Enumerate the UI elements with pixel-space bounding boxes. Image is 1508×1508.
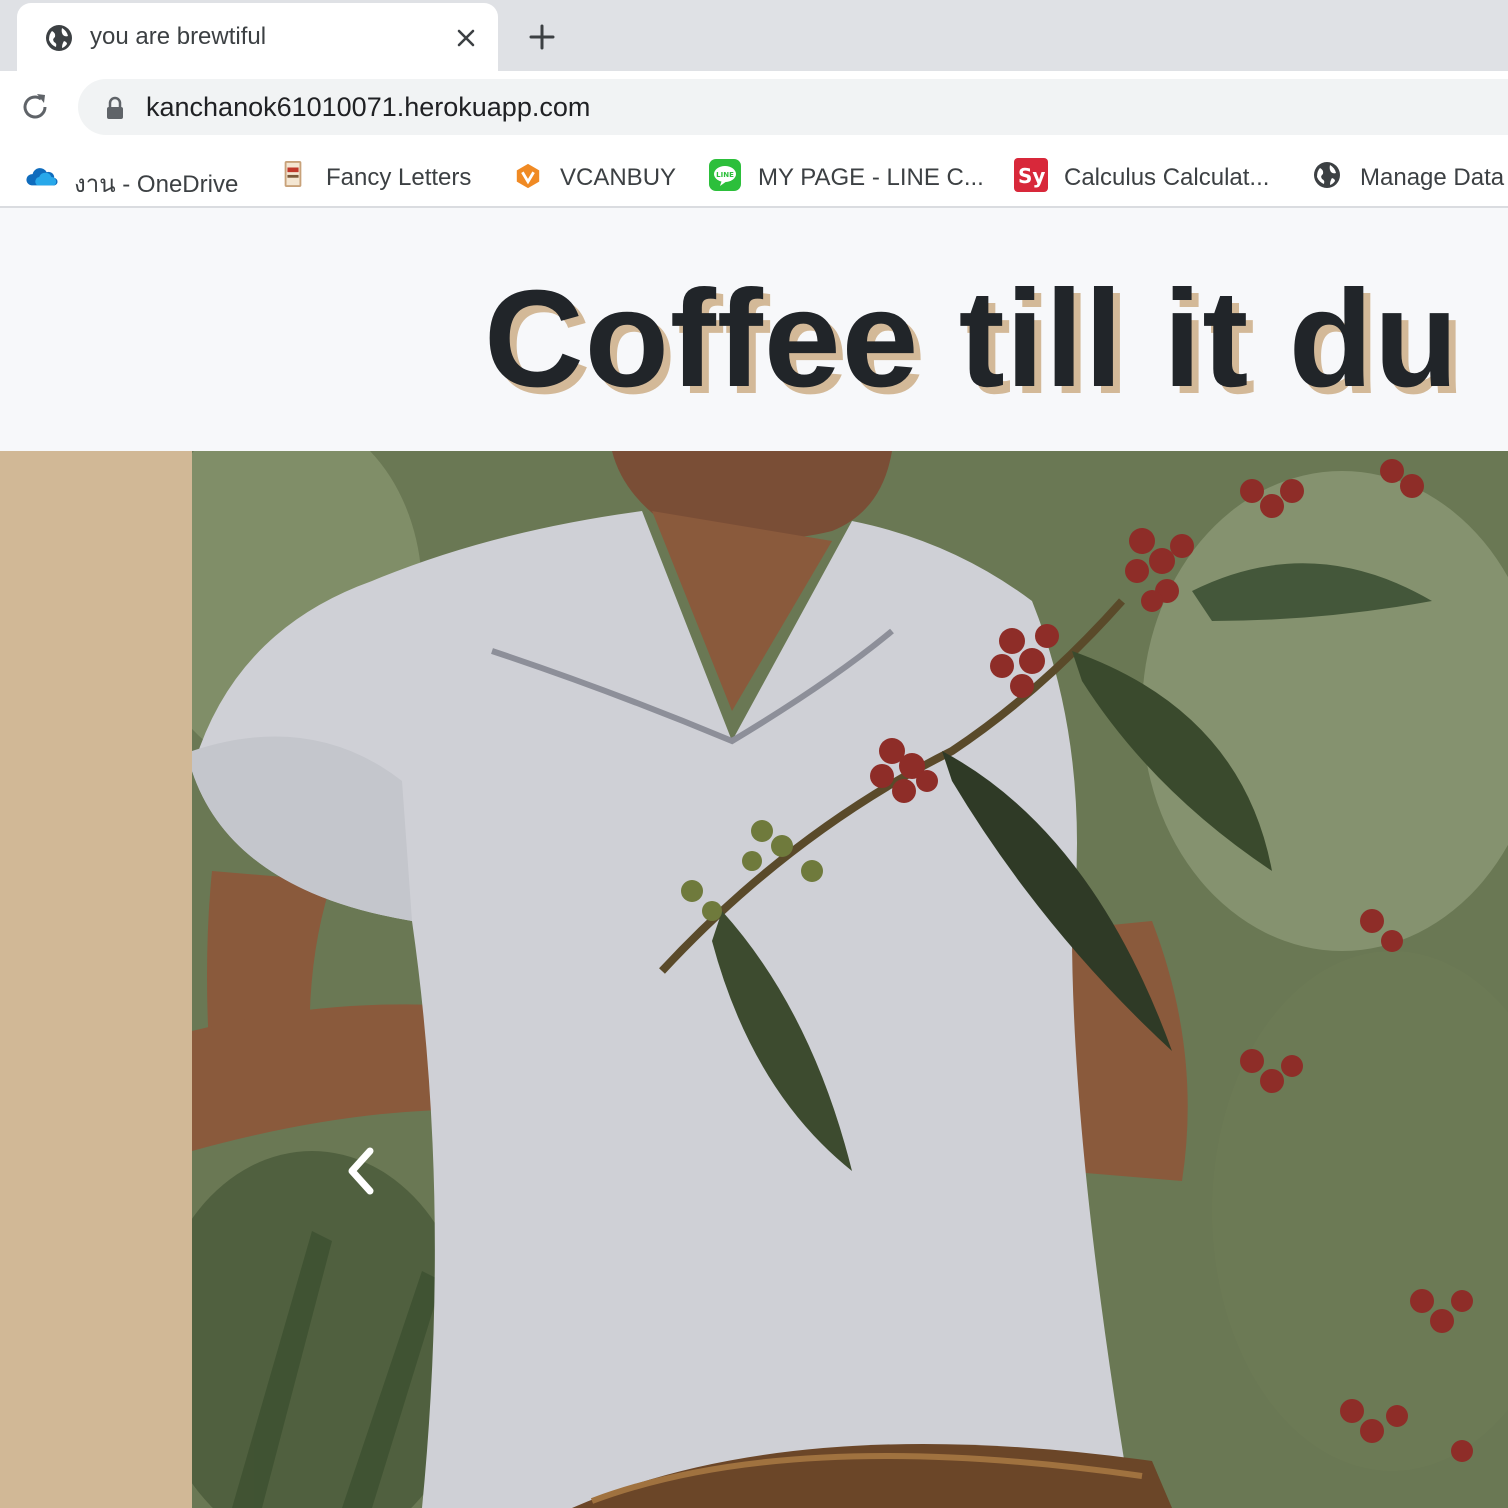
globe-icon bbox=[46, 25, 72, 51]
web-page: Coffee till it du bbox=[0, 208, 1508, 1508]
globe-icon bbox=[1314, 162, 1340, 188]
reload-icon[interactable] bbox=[18, 90, 52, 124]
active-tab[interactable]: you are brewtiful bbox=[17, 3, 498, 71]
bookmark-vcanbuy[interactable]: VCANBUY bbox=[514, 156, 684, 196]
bookmark-label: Calculus Calculat... bbox=[1064, 164, 1270, 191]
hero-header: Coffee till it du bbox=[0, 208, 1508, 451]
bookmark-manage-data[interactable]: Manage Data bbox=[1312, 156, 1508, 196]
symbolab-sy-icon: Sy bbox=[1014, 158, 1048, 192]
bookmark-onedrive[interactable]: งาน - OneDrive bbox=[26, 156, 256, 198]
address-bar[interactable]: kanchanok61010071.herokuapp.com bbox=[78, 79, 1508, 135]
bookmark-label: งาน - OneDrive bbox=[74, 171, 239, 198]
plus-icon[interactable] bbox=[526, 21, 558, 53]
onedrive-cloud-icon bbox=[26, 168, 58, 186]
lock-icon[interactable] bbox=[104, 96, 126, 120]
svg-text:LINE: LINE bbox=[716, 171, 734, 179]
bookmark-fancy-letters[interactable]: Fancy Letters bbox=[280, 156, 490, 196]
bookmark-label: Manage Data bbox=[1360, 164, 1505, 191]
side-color-band bbox=[0, 451, 192, 1508]
bookmark-label: MY PAGE - LINE C... bbox=[758, 164, 984, 191]
bookmark-calculus[interactable]: Sy Calculus Calculat... bbox=[1014, 156, 1284, 196]
line-icon: LINE bbox=[709, 159, 741, 191]
hero-title: Coffee till it du bbox=[484, 262, 1460, 416]
url-text[interactable]: kanchanok61010071.herokuapp.com bbox=[146, 92, 590, 123]
bookmark-line[interactable]: LINE MY PAGE - LINE C... bbox=[708, 156, 988, 196]
sy-icon-text: Sy bbox=[1018, 164, 1046, 188]
bookmark-label: VCANBUY bbox=[560, 164, 677, 191]
tab-strip: you are brewtiful bbox=[0, 0, 1508, 71]
vcanbuy-icon bbox=[516, 163, 540, 189]
browser-toolbar: kanchanok61010071.herokuapp.com bbox=[0, 71, 1508, 144]
fancy-letters-icon bbox=[284, 161, 302, 187]
close-icon[interactable] bbox=[452, 24, 480, 52]
tab-title: you are brewtiful bbox=[90, 23, 267, 50]
bookmarks-bar: งาน - OneDrive Fancy Letters VCANBUY LIN… bbox=[0, 144, 1508, 208]
image-carousel bbox=[192, 451, 1508, 1508]
chevron-left-icon[interactable] bbox=[332, 1131, 392, 1211]
coffee-picker-photo bbox=[192, 451, 1508, 1508]
bookmark-label: Fancy Letters bbox=[326, 164, 472, 191]
